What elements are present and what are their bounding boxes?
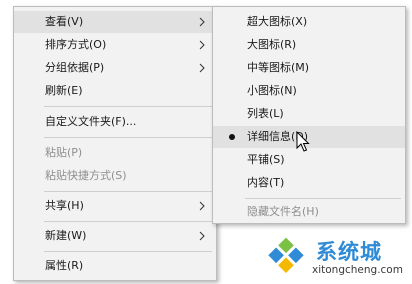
menu-item-label: 共享(H) [45,199,84,212]
menu-item-paste[interactable]: 粘贴(P) [14,142,216,164]
chevron-right-icon [199,11,207,33]
menu-item-refresh[interactable]: 刷新(E) [14,80,216,102]
menu-item-sort-by[interactable]: 排序方式(O) [14,34,216,56]
menu-item-label: 查看(V) [45,15,84,28]
menu-item-new[interactable]: 新建(W) [14,225,216,247]
submenu-item-content[interactable]: 内容(T) [213,172,405,194]
menu-separator [44,221,212,222]
submenu-item-label: 列表(L) [247,107,284,120]
submenu-item-label: 中等图标(M) [247,61,310,74]
submenu-item-label: 大图标(R) [247,38,297,51]
menu-separator [44,251,212,252]
menu-item-label: 新建(W) [45,229,87,242]
mouse-pointer-icon [296,131,310,152]
submenu-item-label: 内容(T) [247,176,285,189]
menu-item-label: 自定义文件夹(F)... [45,115,137,128]
menu-item-label: 粘贴(P) [45,146,83,159]
submenu-item-large-icons[interactable]: 大图标(R) [213,34,405,56]
menu-item-label: 刷新(E) [45,84,83,97]
submenu-item-small-icons[interactable]: 小图标(N) [213,80,405,102]
submenu-item-label: 隐藏文件名(H) [247,205,319,218]
menu-separator [44,137,212,138]
menu-item-group-by[interactable]: 分组依据(P) [14,57,216,79]
menu-item-label: 属性(R) [45,259,84,272]
watermark-brand: 系统城 [316,240,382,264]
menu-item-properties[interactable]: 属性(R) [14,255,216,277]
menu-item-view[interactable]: 查看(V) [14,11,216,33]
chevron-right-icon [199,225,207,247]
submenu-item-label: 平铺(S) [247,153,285,166]
menu-separator [44,106,212,107]
menu-separator [44,191,212,192]
chevron-right-icon [199,57,207,79]
menu-item-label: 粘贴快捷方式(S) [45,169,127,182]
chevron-right-icon [199,195,207,217]
submenu-item-label: 超大图标(X) [247,15,308,28]
menu-item-label: 排序方式(O) [45,38,107,51]
menu-separator [245,198,401,199]
submenu-item-medium-icons[interactable]: 中等图标(M) [213,57,405,79]
submenu-item-extra-large-icons[interactable]: 超大图标(X) [213,11,405,33]
menu-item-paste-shortcut[interactable]: 粘贴快捷方式(S) [14,165,216,187]
menu-item-customize-folder[interactable]: 自定义文件夹(F)... [14,111,216,133]
radio-bullet-icon [229,134,235,140]
view-submenu: 超大图标(X) 大图标(R) 中等图标(M) 小图标(N) 列表(L) 详细信息… [212,6,406,224]
submenu-item-list[interactable]: 列表(L) [213,103,405,125]
menu-item-share[interactable]: 共享(H) [14,195,216,217]
menu-item-label: 分组依据(P) [45,61,105,74]
context-menu: 查看(V) 排序方式(O) 分组依据(P) 刷新(E) 自定义文件夹(F)...… [13,6,217,281]
watermark-url: xitongcheng.com [312,264,403,276]
submenu-item-hide-file-names[interactable]: 隐藏文件名(H) [213,201,405,223]
submenu-item-label: 小图标(N) [247,84,297,97]
chevron-right-icon [199,34,207,56]
